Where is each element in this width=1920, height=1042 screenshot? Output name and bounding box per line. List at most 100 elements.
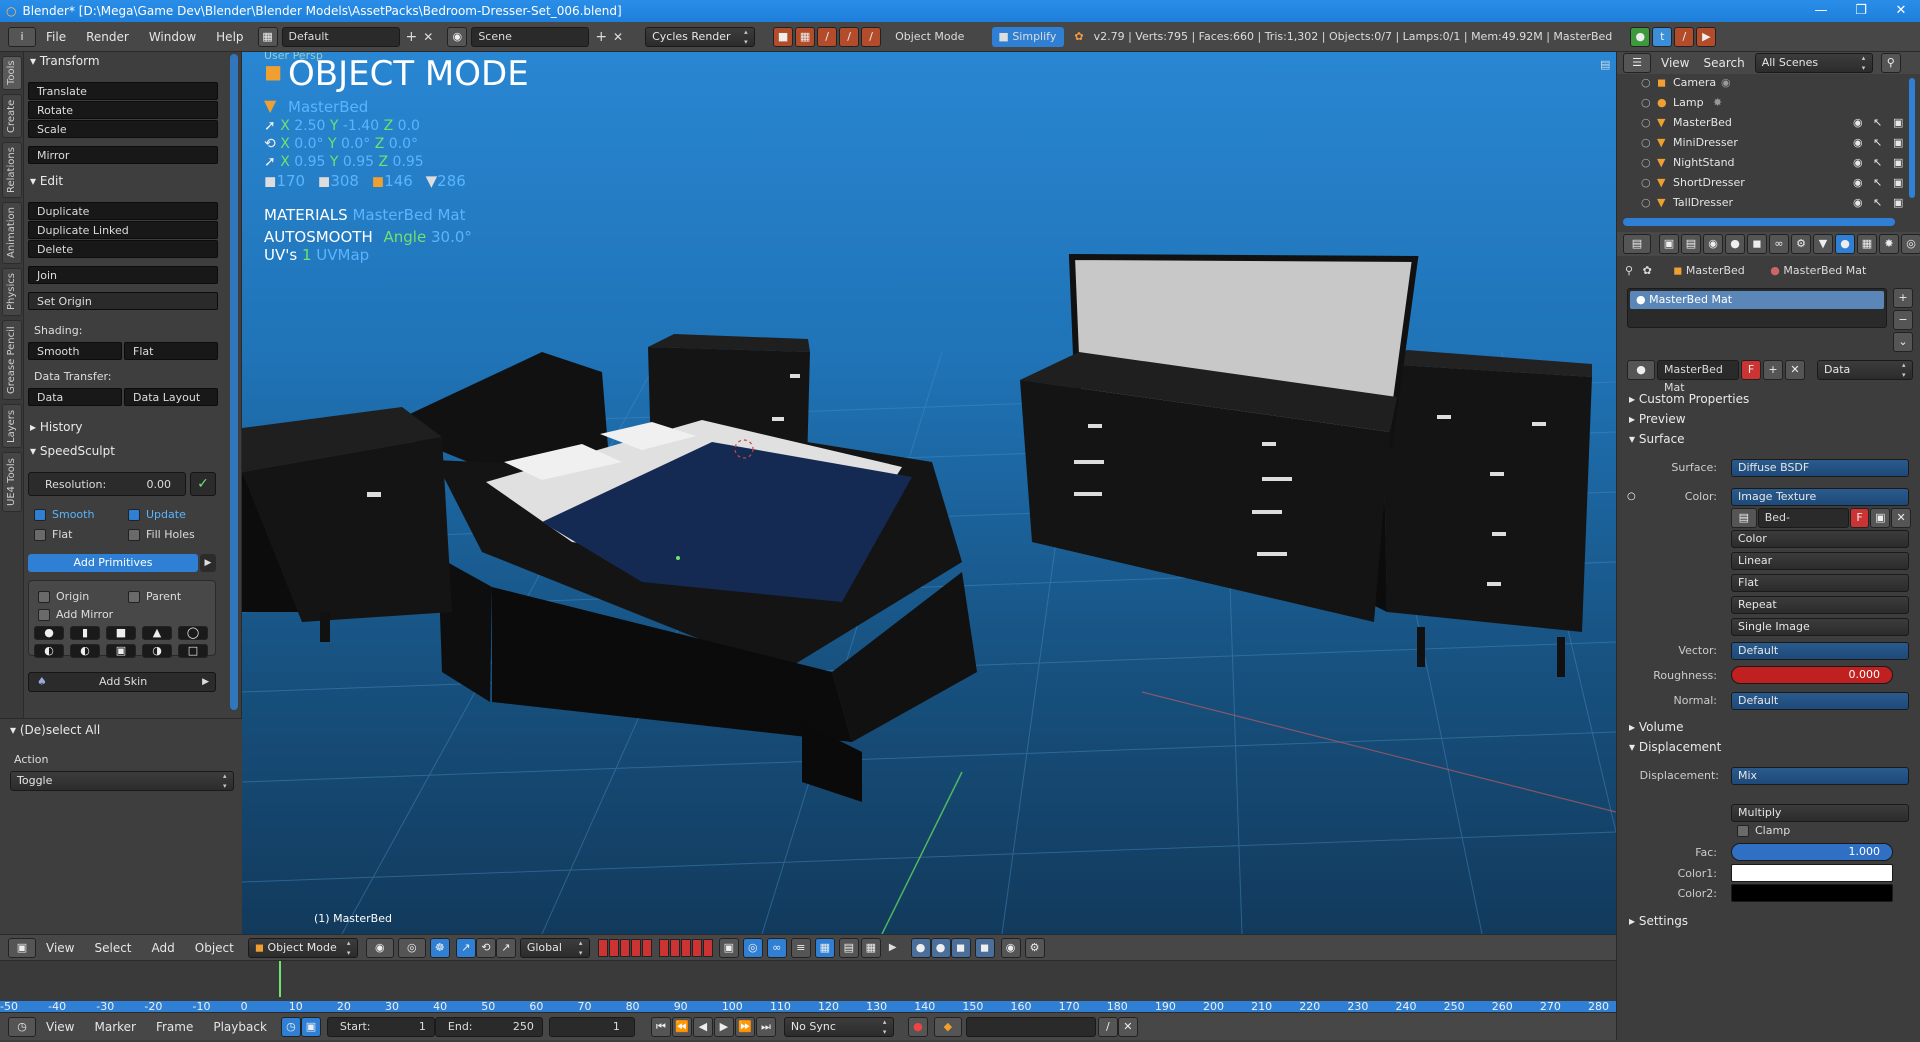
brush-icon[interactable]: / [817, 26, 838, 47]
status-green-icon[interactable]: ● [1630, 26, 1651, 47]
texture-shade-icon[interactable]: ◼ [950, 937, 971, 958]
image-name-field[interactable]: Bed-Texture_... [1757, 508, 1849, 542]
lock-icon[interactable]: ▣ [300, 1016, 321, 1037]
cone-icon[interactable]: ▲ [142, 626, 172, 640]
modifiers-tab-icon[interactable]: ⚙ [1791, 234, 1811, 254]
remove-scene-icon[interactable]: ✕ [613, 30, 623, 44]
props-editor-type-icon[interactable]: ▤ [1623, 234, 1651, 254]
start-frame-field[interactable]: Start: 1 [326, 1016, 435, 1037]
extension-dropdown[interactable]: Repeat [1731, 596, 1909, 614]
cylinder-half-icon[interactable]: ◐ [70, 644, 100, 658]
paint-icon[interactable]: / [839, 26, 860, 47]
projection-dropdown[interactable]: Flat [1731, 574, 1909, 592]
add-primitives-arrow-icon[interactable]: ▶ [200, 554, 216, 572]
displacement-field[interactable]: Mix [1731, 767, 1909, 785]
resolution-field[interactable]: Resolution: 0.00 [28, 472, 186, 496]
parent-checkbox[interactable]: Parent [128, 590, 181, 603]
resolution-apply-check-icon[interactable]: ✓ [190, 472, 216, 496]
color1-swatch[interactable] [1731, 864, 1893, 882]
material-tab-icon[interactable]: ● [1835, 234, 1855, 254]
render-icon[interactable]: ▣ [1893, 196, 1903, 209]
displacement-header[interactable]: ▾ Displacement [1629, 740, 1721, 754]
tab-relations[interactable]: Relations [2, 142, 22, 198]
record-icon[interactable]: ● [907, 1016, 928, 1037]
data-layout-button[interactable]: Data Layout [124, 388, 218, 406]
material-browse-icon[interactable]: ● [1627, 360, 1655, 380]
tool-icon[interactable]: / [1674, 26, 1695, 47]
snap-element-icon[interactable]: ≡ [790, 937, 811, 958]
add-primitives-button[interactable]: Add Primitives [28, 554, 198, 572]
keying-set-field[interactable] [965, 1016, 1096, 1037]
jump-start-icon[interactable]: ⏮ [650, 1016, 671, 1037]
set-origin-dropdown[interactable]: Set Origin [28, 292, 218, 310]
twitter-icon[interactable]: t [1652, 26, 1673, 47]
current-frame-field[interactable]: 1 [548, 1016, 635, 1037]
youtube-icon[interactable]: ▶ [1696, 26, 1717, 47]
sphere-icon[interactable]: ● [34, 626, 64, 640]
rotate-button[interactable]: Rotate [28, 101, 218, 119]
material-name-field[interactable]: MasterBed Mat [1657, 360, 1739, 394]
tab-animation[interactable]: Animation [2, 202, 22, 264]
timeline-playhead[interactable] [279, 961, 281, 997]
fake-user-button[interactable]: F [1741, 360, 1761, 380]
add-layout-icon[interactable]: + [406, 29, 418, 45]
manipulator-icon[interactable]: ☸ [429, 937, 450, 958]
custom-properties-header[interactable]: ▸ Custom Properties [1629, 392, 1749, 406]
settings-header[interactable]: ▸ Settings [1629, 914, 1688, 928]
timeline-editor-type-icon[interactable]: ◷ [8, 1016, 36, 1037]
slot-menu-icon[interactable]: ⌄ [1893, 332, 1913, 352]
viewport-editor-type-icon[interactable]: ▣ [8, 937, 36, 958]
fill-holes-checkbox[interactable]: Fill Holes [128, 528, 195, 541]
color-socket-icon[interactable]: ○ [1627, 491, 1636, 502]
render-tab-icon[interactable]: ▣ [1659, 234, 1679, 254]
color-space-dropdown[interactable]: Color [1731, 530, 1909, 548]
eye-icon[interactable]: ◉ [1853, 196, 1863, 209]
vp-menu-view[interactable]: View [36, 933, 84, 963]
outliner-menu-view[interactable]: View [1651, 52, 1699, 74]
cursor-icon[interactable]: ↖ [1873, 176, 1882, 189]
particles-tab-icon[interactable]: ✸ [1879, 234, 1899, 254]
outliner-h-scrollbar[interactable] [1623, 218, 1895, 226]
jump-keyframe-back-icon[interactable]: ⏪ [671, 1016, 692, 1037]
outliner-item-lamp[interactable]: ○ ● Lamp ✸ [1617, 96, 1920, 116]
scale-button[interactable]: Scale [28, 120, 218, 138]
outliner-display-dropdown[interactable]: All Scenes [1754, 53, 1873, 73]
update-checkbox[interactable]: Update [128, 508, 186, 521]
render-icon[interactable]: ▣ [1893, 156, 1903, 169]
eye-icon[interactable]: ◉ [1853, 176, 1863, 189]
cube-half-icon[interactable]: ▣ [106, 644, 136, 658]
mirror-button[interactable]: Mirror [28, 146, 218, 164]
outliner-item-camera[interactable]: ○ ◼ Camera ◉ [1617, 76, 1920, 96]
layer-buttons[interactable] [597, 938, 713, 957]
delete-key-icon[interactable]: ✕ [1117, 1016, 1138, 1037]
rendered-shade-icon[interactable]: ◼ [974, 937, 995, 958]
tl-menu-playback[interactable]: Playback [203, 1012, 277, 1042]
more-arrow-icon[interactable]: ▶ [889, 942, 897, 953]
insert-key-icon[interactable]: / [1097, 1016, 1118, 1037]
shade-smooth-button[interactable]: Smooth [28, 342, 122, 360]
pin-icon[interactable]: ⚲ [1625, 264, 1633, 277]
torus-icon[interactable]: ◯ [178, 626, 208, 640]
translate-button[interactable]: Translate [28, 82, 218, 100]
rotate-manip-icon[interactable]: ⟲ [475, 937, 496, 958]
outliner-v-scrollbar[interactable] [1909, 78, 1915, 198]
vp-menu-select[interactable]: Select [84, 933, 141, 963]
shade-flat-button[interactable]: Flat [124, 342, 218, 360]
shading-mode-icon[interactable]: ◉ [365, 937, 394, 958]
new-material-icon[interactable]: + [1763, 360, 1783, 380]
remove-layout-icon[interactable]: ✕ [423, 30, 433, 44]
transform-panel-header[interactable]: ▾ Transform [30, 54, 100, 68]
play-icon[interactable]: ▶ [713, 1016, 734, 1037]
overlay-icon[interactable]: ◉ [1000, 937, 1021, 958]
end-frame-field[interactable]: End: 250 [434, 1016, 543, 1037]
action-dropdown[interactable]: Toggle [10, 771, 234, 791]
image-browse-icon[interactable]: ▤ [1731, 508, 1757, 528]
volume-header[interactable]: ▸ Volume [1629, 720, 1683, 734]
duplicate-linked-button[interactable]: Duplicate Linked [28, 221, 218, 239]
sphere-half-icon[interactable]: ◐ [34, 644, 64, 658]
world-tab-icon[interactable]: ● [1725, 234, 1745, 254]
eye-icon[interactable]: ◉ [1853, 136, 1863, 149]
menu-render[interactable]: Render [76, 22, 139, 52]
cylinder-icon[interactable]: ▮ [70, 626, 100, 640]
open-image-icon[interactable]: ▣ [1870, 508, 1891, 528]
